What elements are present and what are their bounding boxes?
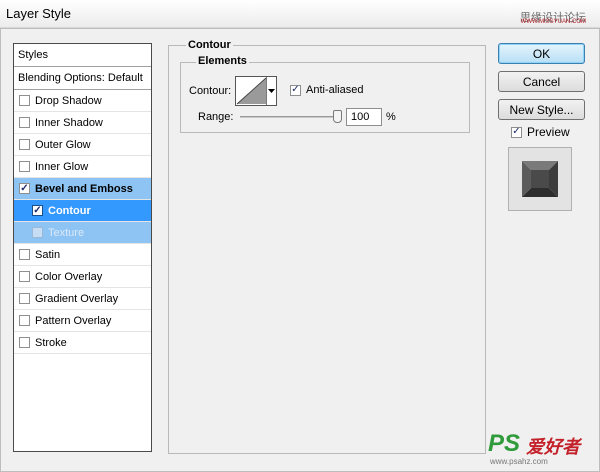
ok-button[interactable]: OK	[498, 43, 585, 64]
style-item-label: Pattern Overlay	[35, 314, 112, 327]
style-item-drop-shadow[interactable]: Drop Shadow	[14, 90, 151, 112]
style-item-pattern-overlay[interactable]: Pattern Overlay	[14, 310, 151, 332]
style-item-label: Gradient Overlay	[35, 292, 119, 305]
style-item-color-overlay[interactable]: Color Overlay	[14, 266, 151, 288]
watermark-url: www.psahz.com	[490, 457, 548, 466]
style-item-contour[interactable]: ✓ Contour	[14, 200, 151, 222]
cancel-button[interactable]: Cancel	[498, 71, 585, 92]
preview-option[interactable]: ✓ Preview	[511, 125, 570, 139]
watermark-url: WWW.MISSYUAN.COM	[520, 19, 586, 25]
style-item-gradient-overlay[interactable]: Gradient Overlay	[14, 288, 151, 310]
style-item-outer-glow[interactable]: Outer Glow	[14, 134, 151, 156]
style-item-label: Bevel and Emboss	[35, 182, 133, 195]
styles-list-panel: Styles Blending Options: Default Drop Sh…	[13, 43, 152, 452]
anti-aliased-label: Anti-aliased	[306, 84, 364, 96]
watermark-cn: 爱好者	[526, 437, 580, 457]
style-item-label: Texture	[48, 226, 85, 239]
checkbox-checked[interactable]: ✓	[19, 183, 30, 194]
style-item-texture[interactable]: Texture	[14, 222, 151, 244]
window-title: Layer Style	[6, 6, 72, 21]
contour-picker[interactable]	[235, 76, 277, 106]
elements-group-title: Elements	[196, 55, 249, 67]
range-input[interactable]	[346, 108, 382, 126]
bevel-preview-icon	[522, 161, 558, 197]
blending-options-item[interactable]: Blending Options: Default	[14, 67, 151, 90]
checkbox[interactable]	[19, 139, 30, 150]
watermark-logo: PS	[488, 430, 521, 457]
contour-curve-thumbnail[interactable]	[236, 77, 267, 105]
style-item-satin[interactable]: Satin	[14, 244, 151, 266]
style-item-inner-shadow[interactable]: Inner Shadow	[14, 112, 151, 134]
checkbox[interactable]	[19, 95, 30, 106]
style-item-label: Drop Shadow	[35, 94, 102, 107]
checkbox[interactable]	[19, 293, 30, 304]
style-item-stroke[interactable]: Stroke	[14, 332, 151, 354]
range-slider-track[interactable]	[240, 116, 340, 118]
checkbox[interactable]	[32, 227, 43, 238]
title-bar: Layer Style 思缘设计论坛 WWW.MISSYUAN.COM	[0, 0, 600, 28]
range-label: Range:	[198, 111, 234, 123]
new-style-button[interactable]: New Style...	[498, 99, 585, 120]
style-item-label: Inner Shadow	[35, 116, 103, 129]
preview-label: Preview	[527, 125, 570, 139]
style-item-bevel-and-emboss[interactable]: ✓ Bevel and Emboss	[14, 178, 151, 200]
style-item-inner-glow[interactable]: Inner Glow	[14, 156, 151, 178]
checkbox[interactable]	[19, 161, 30, 172]
checkbox[interactable]	[19, 337, 30, 348]
preview-checkbox[interactable]: ✓	[511, 126, 522, 138]
checkbox[interactable]	[19, 315, 30, 326]
style-item-label: Outer Glow	[35, 138, 91, 151]
range-unit: %	[386, 111, 396, 123]
style-item-label: Color Overlay	[35, 270, 103, 283]
chevron-down-icon[interactable]	[267, 77, 276, 105]
style-item-label: Inner Glow	[35, 160, 89, 173]
site-watermark: PS 爱好者 www.psahz.com	[488, 430, 592, 466]
style-item-label: Contour	[48, 204, 91, 217]
anti-aliased-checkbox[interactable]: ✓	[290, 84, 301, 96]
checkbox[interactable]	[19, 249, 30, 260]
style-preview-thumbnail	[508, 147, 572, 211]
style-item-label: Satin	[35, 248, 61, 261]
anti-aliased-option[interactable]: ✓ Anti-aliased	[290, 84, 363, 96]
styles-header[interactable]: Styles	[14, 44, 151, 67]
contour-group-title: Contour	[186, 39, 233, 51]
checkbox[interactable]	[19, 271, 30, 282]
contour-label: Contour:	[189, 85, 232, 97]
style-item-label: Stroke	[35, 336, 67, 349]
checkbox-checked[interactable]: ✓	[32, 205, 43, 216]
range-slider-handle[interactable]	[333, 110, 342, 123]
checkbox[interactable]	[19, 117, 30, 128]
